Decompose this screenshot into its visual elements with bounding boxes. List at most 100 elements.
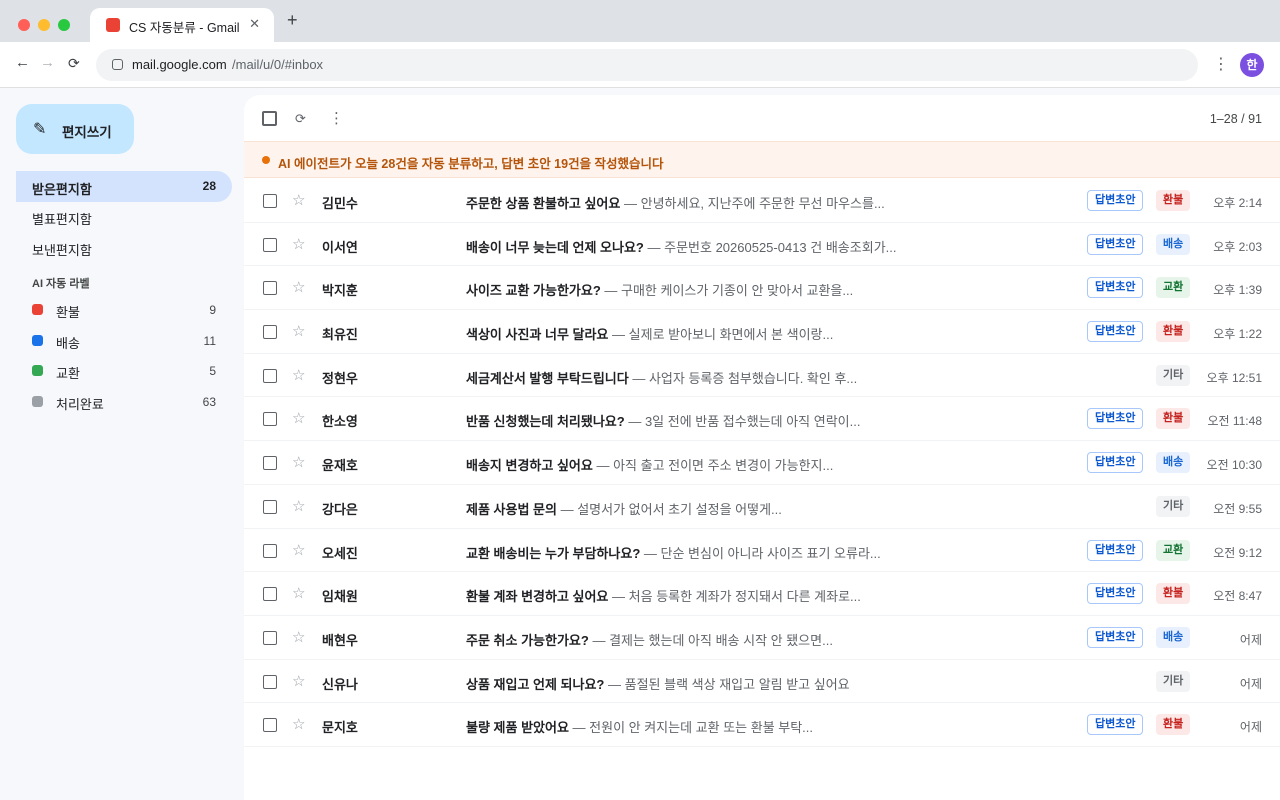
star-icon[interactable]: ☆ (292, 278, 305, 296)
email-row[interactable]: ☆ 이서연 배송이 너무 늦는데 언제 오나요? — 주문번호 20260525-0… (244, 222, 1280, 267)
email-subject: 배송지 변경하고 싶어요 (466, 458, 593, 474)
browser-menu-icon[interactable]: ⋮ (1213, 54, 1229, 74)
select-all-checkbox[interactable] (262, 111, 277, 126)
email-row[interactable]: ☆ 문지호 불량 제품 받았어요 — 전원이 안 켜지는데 교환 또는 환불 부탁.… (244, 703, 1280, 747)
email-snippet: 전원이 안 켜지는데 교환 또는 환불 부탁... (589, 720, 814, 736)
email-row[interactable]: ☆ 신유나 상품 재입고 언제 되나요? — 품절된 블랙 색상 재입고 알림 받고… (244, 659, 1280, 704)
category-badge[interactable]: 기타 (1156, 670, 1191, 692)
category-badge[interactable]: 환불 (1156, 408, 1191, 430)
sidebar-item-inbox[interactable]: 받은편지함 28 (16, 171, 232, 202)
email-snippet: 사업자 등록증 첨부했습니다. 확인 후... (648, 370, 858, 386)
draft-badge[interactable]: 답변초안 (1087, 408, 1144, 430)
ai-status-banner: AI 에이전트가 오늘 28건을 자동 분류하고, 답변 초안 19건을 작성했… (244, 141, 1280, 178)
close-window-button[interactable] (18, 19, 30, 31)
minimize-window-button[interactable] (38, 19, 50, 31)
star-icon[interactable]: ☆ (292, 584, 305, 602)
refresh-icon[interactable]: ⟳ (295, 111, 306, 127)
category-badge[interactable]: 환불 (1156, 321, 1191, 343)
row-checkbox[interactable] (263, 718, 277, 733)
email-separator: — (604, 283, 618, 299)
row-checkbox[interactable] (263, 674, 277, 689)
back-arrow-icon[interactable]: ← (15, 54, 30, 71)
star-icon[interactable]: ☆ (292, 191, 305, 209)
email-row[interactable]: ☆ 오세진 교환 배송비는 누가 부담하나요? — 단순 변심이 아니라 사이즈 표… (244, 528, 1280, 573)
more-options-icon[interactable]: ⋮ (329, 109, 344, 127)
star-icon[interactable]: ☆ (292, 366, 305, 384)
browser-tab[interactable]: CS 자동분류 - Gmail ✕ (90, 8, 274, 42)
sidebar-label-item[interactable]: 환불 9 (16, 296, 232, 322)
draft-badge[interactable]: 답변초안 (1087, 583, 1144, 605)
label-count: 11 (203, 333, 216, 348)
email-row[interactable]: ☆ 최유진 색상이 사진과 너무 달라요 — 실제로 받아보니 화면에서 본 색이랑… (244, 310, 1280, 354)
draft-badge[interactable]: 답변초안 (1087, 277, 1144, 299)
email-row[interactable]: ☆ 김민수 주문한 상품 환불하고 싶어요 — 안녕하세요, 지난주에 주문한 무선… (244, 179, 1280, 223)
sidebar-item-sent[interactable]: 보낸편지함 (16, 232, 232, 263)
row-checkbox[interactable] (263, 368, 277, 383)
draft-badge[interactable]: 답변초안 (1087, 233, 1144, 255)
category-badge[interactable]: 배송 (1156, 233, 1191, 255)
category-badge[interactable]: 환불 (1156, 190, 1191, 211)
maximize-window-button[interactable] (58, 19, 70, 31)
category-badge[interactable]: 환불 (1156, 714, 1191, 736)
sidebar-item-starred[interactable]: 별표편지함 (16, 201, 232, 232)
draft-badge[interactable]: 답변초안 (1087, 714, 1144, 736)
category-badge[interactable]: 배송 (1156, 626, 1191, 648)
label-color-icon (32, 304, 43, 315)
email-row[interactable]: ☆ 박지훈 사이즈 교환 가능한가요? — 구매한 케이스가 기종이 안 맞아서 교… (244, 266, 1280, 311)
address-bar[interactable]: mail.google.com /mail/u/0/#inbox (96, 49, 1198, 81)
star-icon[interactable]: ☆ (292, 628, 305, 646)
email-subject: 사이즈 교환 가능한가요? (466, 283, 601, 299)
category-badge[interactable]: 교환 (1156, 277, 1191, 299)
email-sender: 문지호 (322, 720, 358, 736)
row-checkbox[interactable] (263, 194, 277, 208)
star-icon[interactable]: ☆ (292, 715, 305, 733)
email-row[interactable]: ☆ 정현우 세금계산서 발행 부탁드립니다 — 사업자 등록증 첨부했습니다. 확인… (244, 353, 1280, 398)
row-checkbox[interactable] (263, 281, 277, 296)
draft-badge[interactable]: 답변초안 (1087, 190, 1144, 211)
reload-icon[interactable]: ⟳ (68, 55, 80, 72)
email-row[interactable]: ☆ 강다은 제품 사용법 문의 — 설명서가 없어서 초기 설정을 어떻게... 기타… (244, 484, 1280, 529)
email-row[interactable]: ☆ 한소영 반품 신청했는데 처리됐나요? — 3일 전에 반품 접수했는데 아직 … (244, 397, 1280, 442)
sidebar-label-item[interactable]: 처리완료 63 (16, 388, 232, 414)
sidebar-label-item[interactable]: 교환 5 (16, 357, 232, 383)
row-checkbox[interactable] (263, 499, 277, 514)
compose-button[interactable]: ✎ 편지쓰기 (16, 104, 134, 154)
unread-count: 28 (202, 179, 216, 193)
category-badge[interactable]: 배송 (1156, 452, 1191, 474)
avatar[interactable]: 한 (1240, 53, 1264, 77)
star-icon[interactable]: ☆ (292, 672, 305, 690)
email-snippet: 처음 등록한 계좌가 정지돼서 다른 계좌로... (628, 589, 861, 605)
forward-arrow-icon[interactable]: → (40, 54, 55, 71)
row-checkbox[interactable] (263, 325, 277, 340)
sidebar-label-item[interactable]: 배송 11 (16, 327, 232, 353)
star-icon[interactable]: ☆ (292, 409, 305, 427)
new-tab-button[interactable]: + (287, 10, 298, 31)
row-checkbox[interactable] (263, 412, 277, 427)
category-badge[interactable]: 환불 (1156, 583, 1191, 605)
draft-badge[interactable]: 답변초안 (1087, 452, 1144, 474)
star-icon[interactable]: ☆ (292, 541, 305, 559)
site-info-icon[interactable] (112, 59, 123, 70)
star-icon[interactable]: ☆ (292, 497, 305, 515)
category-badge[interactable]: 기타 (1156, 495, 1191, 517)
draft-badge[interactable]: 답변초안 (1087, 539, 1144, 561)
draft-badge[interactable]: 답변초안 (1087, 321, 1144, 343)
row-checkbox[interactable] (263, 630, 277, 645)
row-checkbox[interactable] (263, 587, 277, 602)
star-icon[interactable]: ☆ (292, 322, 305, 340)
email-separator: — (596, 458, 610, 474)
draft-badge[interactable]: 답변초안 (1087, 626, 1144, 648)
email-row[interactable]: ☆ 임채원 환불 계좌 변경하고 싶어요 — 처음 등록한 계좌가 정지돼서 다른 … (244, 572, 1280, 616)
category-badge[interactable]: 교환 (1156, 539, 1191, 561)
mail-list-panel: ⟳ ⋮ 1–28 / 91 AI 에이전트가 오늘 28건을 자동 분류하고, … (244, 95, 1280, 800)
star-icon[interactable]: ☆ (292, 453, 305, 471)
category-badge[interactable]: 기타 (1156, 364, 1191, 386)
tab-close-icon[interactable]: ✕ (249, 16, 260, 32)
email-row[interactable]: ☆ 배현우 주문 취소 가능한가요? — 결제는 했는데 아직 배송 시작 안 됐으… (244, 615, 1280, 660)
label-count: 5 (209, 364, 216, 378)
row-checkbox[interactable] (263, 237, 277, 252)
email-row[interactable]: ☆ 윤재호 배송지 변경하고 싶어요 — 아직 출고 전이면 주소 변경이 가능한지… (244, 441, 1280, 485)
star-icon[interactable]: ☆ (292, 235, 305, 253)
row-checkbox[interactable] (263, 456, 277, 471)
row-checkbox[interactable] (263, 543, 277, 558)
